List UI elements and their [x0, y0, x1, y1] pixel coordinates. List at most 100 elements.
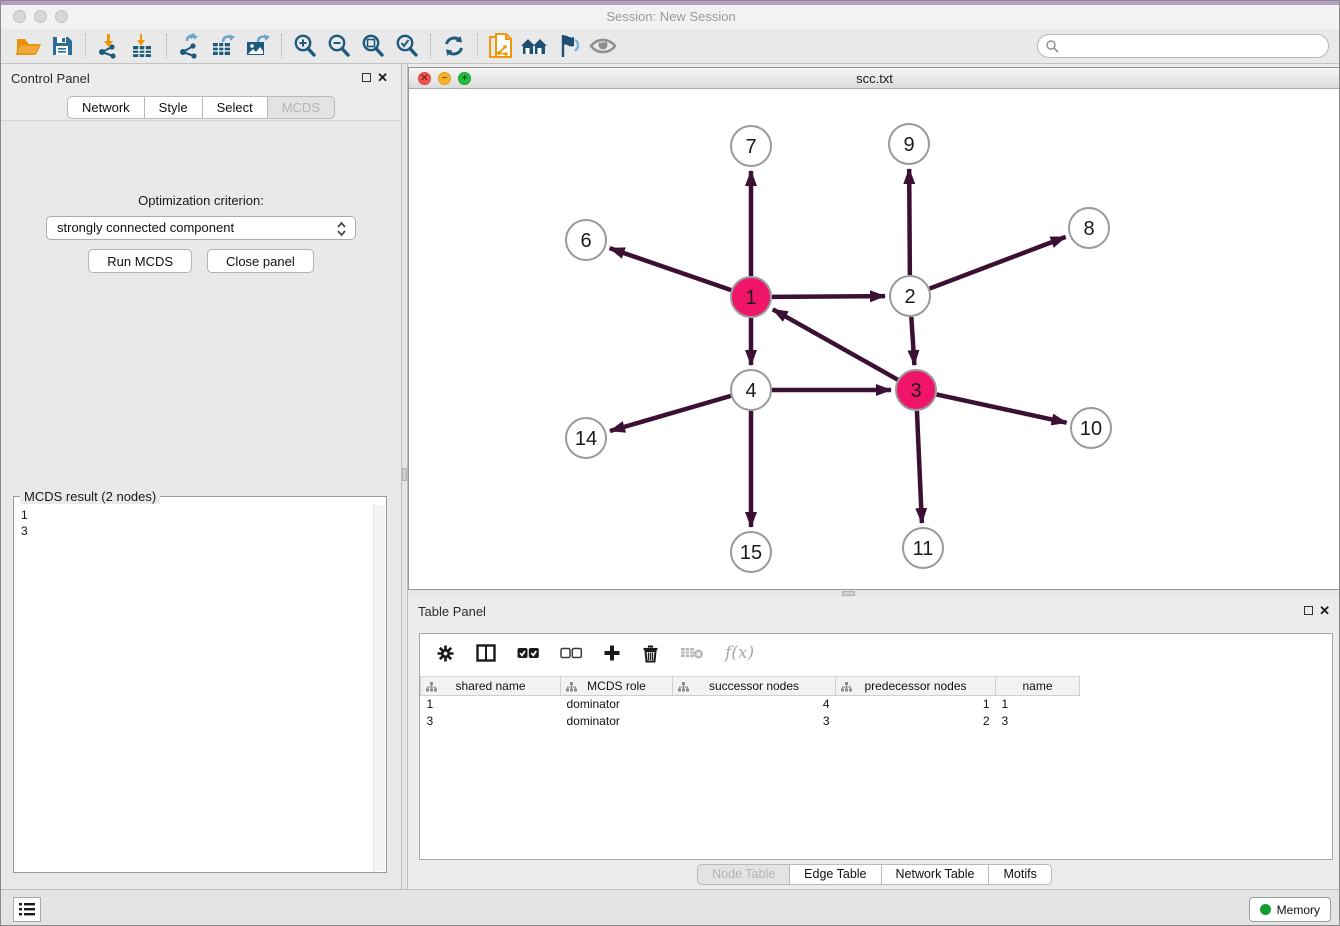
delete-column-icon[interactable] [680, 646, 704, 660]
graph-edge-1-6[interactable] [610, 248, 732, 290]
cell-mcds-role[interactable]: dominator [561, 713, 673, 730]
table-header-row: shared name MCDS role successor nodes pr… [421, 677, 1080, 696]
import-table-icon[interactable] [126, 31, 160, 61]
graph-node-label-8: 8 [1083, 218, 1094, 240]
window-title: Session: New Session [1, 9, 1340, 24]
tab-motifs[interactable]: Motifs [988, 864, 1051, 885]
export-network-icon[interactable] [173, 31, 207, 61]
node-table: shared name MCDS role successor nodes pr… [420, 676, 1080, 730]
mcds-result-list[interactable]: 1 3 [15, 505, 372, 871]
cell-successor-nodes[interactable]: 4 [673, 696, 836, 713]
cell-predecessor-nodes[interactable]: 2 [836, 713, 996, 730]
graph-edge-2-3[interactable] [911, 317, 914, 365]
main-toolbar [1, 29, 1340, 64]
table-box: f(x) shared name MCDS role successor nod… [419, 633, 1333, 860]
add-row-icon[interactable] [603, 644, 621, 662]
table-panel: Table Panel ✕ [408, 597, 1340, 889]
home-icon[interactable] [518, 31, 552, 61]
cell-name[interactable]: 1 [996, 696, 1080, 713]
cell-successor-nodes[interactable]: 3 [673, 713, 836, 730]
table-row[interactable]: 3 dominator 3 2 3 [421, 713, 1080, 730]
result-scrollbar[interactable] [373, 505, 385, 871]
graph-edge-3-11[interactable] [917, 411, 922, 523]
close-panel-icon[interactable]: ✕ [377, 70, 388, 86]
export-image-icon[interactable] [241, 31, 275, 61]
run-mcds-button[interactable]: Run MCDS [88, 249, 192, 273]
task-history-button[interactable] [13, 897, 41, 922]
table-row[interactable]: 1 dominator 4 1 1 [421, 696, 1080, 713]
cell-mcds-role[interactable]: dominator [561, 696, 673, 713]
show-hide-icon[interactable] [586, 31, 620, 61]
select-all-icon[interactable] [517, 647, 539, 659]
close-panel-button[interactable]: Close panel [207, 249, 314, 273]
status-bar: Memory [1, 889, 1340, 926]
vertical-splitter[interactable] [401, 64, 408, 889]
optimization-criterion-select[interactable]: strongly connected component [46, 216, 356, 240]
column-header-predecessor-nodes[interactable]: predecessor nodes [836, 677, 996, 696]
toolbar-separator [477, 34, 478, 58]
close-panel-icon[interactable]: ✕ [1319, 603, 1330, 619]
graph-edge-2-8[interactable] [930, 237, 1066, 289]
mcds-result-item[interactable]: 1 [21, 507, 366, 523]
horizontal-splitter[interactable] [408, 590, 1340, 597]
network-graph-svg: 1234678910111415 [409, 89, 1340, 589]
tab-select[interactable]: Select [202, 96, 268, 119]
titlebar: Session: New Session [1, 5, 1340, 29]
export-table-icon[interactable] [207, 31, 241, 61]
tab-edge-table[interactable]: Edge Table [789, 864, 881, 885]
splitter-grip[interactable] [842, 591, 855, 596]
main-area: Control Panel ✕ Network Style Select MCD… [1, 64, 1340, 889]
graph-node-label-14: 14 [575, 428, 597, 450]
cell-shared-name[interactable]: 1 [421, 696, 561, 713]
mcds-result-item[interactable]: 3 [21, 523, 366, 539]
clone-network-icon[interactable] [484, 31, 518, 61]
refresh-icon[interactable] [437, 31, 471, 61]
import-network-icon[interactable] [92, 31, 126, 61]
zoom-fit-icon[interactable] [356, 31, 390, 61]
zoom-selected-icon[interactable] [390, 31, 424, 61]
delete-icon[interactable] [642, 644, 659, 663]
save-session-icon[interactable] [45, 31, 79, 61]
network-window-title: scc.txt [409, 71, 1340, 86]
annotation-flag-icon[interactable] [552, 31, 586, 61]
search-input[interactable] [1037, 34, 1329, 58]
split-columns-icon[interactable] [476, 644, 496, 662]
float-panel-icon[interactable] [1304, 606, 1313, 615]
float-panel-icon[interactable] [362, 73, 371, 82]
graph-edge-3-1[interactable] [773, 309, 898, 379]
graph-edge-2-9[interactable] [909, 169, 910, 275]
network-canvas[interactable]: 1234678910111415 [409, 89, 1340, 589]
tab-network-table[interactable]: Network Table [881, 864, 990, 885]
tab-network[interactable]: Network [67, 96, 145, 119]
column-header-shared-name[interactable]: shared name [421, 677, 561, 696]
application-window: Session: New Session [0, 0, 1340, 926]
cell-predecessor-nodes[interactable]: 1 [836, 696, 996, 713]
column-header-name[interactable]: name [996, 677, 1080, 696]
tab-style[interactable]: Style [144, 96, 203, 119]
toolbar-separator [85, 34, 86, 58]
toolbar-separator [281, 34, 282, 58]
column-header-mcds-role[interactable]: MCDS role [561, 677, 673, 696]
tab-mcds[interactable]: MCDS [267, 96, 335, 119]
open-session-icon[interactable] [11, 31, 45, 61]
control-panel-header: Control Panel ✕ [1, 64, 401, 92]
memory-status-icon [1260, 904, 1271, 915]
graph-edge-3-10[interactable] [937, 394, 1067, 422]
function-builder-icon[interactable]: f(x) [725, 643, 754, 663]
splitter-grip[interactable] [402, 468, 407, 481]
table-panel-tabs: Node Table Edge Table Network Table Moti… [408, 864, 1340, 885]
tab-node-table[interactable]: Node Table [697, 864, 790, 885]
graph-edge-4-14[interactable] [610, 396, 731, 431]
column-header-successor-nodes[interactable]: successor nodes [673, 677, 836, 696]
deselect-all-icon[interactable] [560, 647, 582, 659]
cell-name[interactable]: 3 [996, 713, 1080, 730]
gear-icon[interactable] [436, 644, 455, 663]
cell-shared-name[interactable]: 3 [421, 713, 561, 730]
graph-node-label-6: 6 [580, 230, 591, 252]
graph-edge-1-2[interactable] [772, 296, 885, 297]
attribute-tree-icon [426, 681, 437, 695]
memory-button[interactable]: Memory [1249, 897, 1331, 922]
zoom-in-icon[interactable] [288, 31, 322, 61]
zoom-out-icon[interactable] [322, 31, 356, 61]
network-window-titlebar[interactable]: ✕ − + scc.txt [409, 68, 1340, 89]
